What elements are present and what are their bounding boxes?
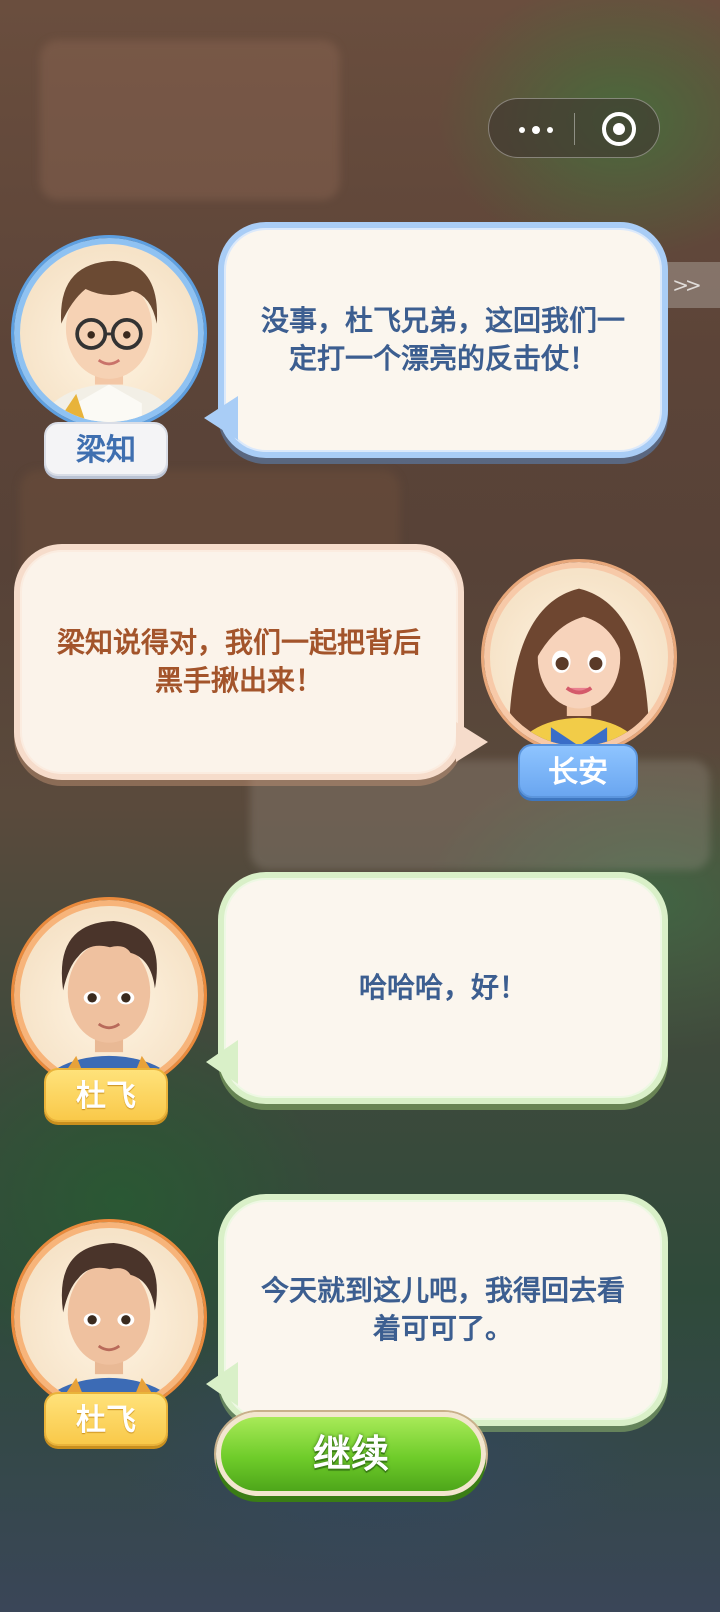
dialogue-text-4: 今天就到这儿吧，我得回去看着可可了。 [260, 1274, 625, 1345]
avatar-dufei-2 [14, 1222, 204, 1412]
target-close-icon[interactable] [602, 112, 636, 146]
continue-button[interactable]: 继续 [216, 1412, 486, 1496]
more-dots-icon[interactable] [519, 126, 553, 134]
speaker-tag-dufei-2: 杜飞 [44, 1392, 168, 1446]
avatar-dufei-1 [14, 900, 204, 1090]
mini-program-capsule [488, 98, 660, 158]
dialogue-text-3: 哈哈哈，好！ [358, 971, 527, 1004]
bubble-tail-2 [456, 722, 488, 762]
bubble-tail-1 [204, 396, 238, 440]
dialogue-bubble-3: 哈哈哈，好！ [218, 872, 668, 1104]
liangzhi-portrait-icon [40, 260, 178, 422]
avatar-changan [484, 562, 674, 752]
dufei-portrait-icon-2 [40, 1242, 178, 1406]
capsule-divider [574, 113, 575, 145]
bubble-tail-3 [206, 1040, 238, 1084]
dialogue-bubble-1: 没事，杜飞兄弟，这回我们一定打一个漂亮的反击仗！ [218, 222, 668, 458]
speaker-tag-dufei-1: 杜飞 [44, 1068, 168, 1122]
speaker-tag-changan: 长安 [518, 744, 638, 798]
dufei-portrait-icon [40, 920, 178, 1084]
avatar-liangzhi [14, 238, 204, 428]
bubble-tail-4 [206, 1362, 238, 1406]
speaker-tag-liangzhi: 梁知 [44, 422, 168, 476]
dialogue-bubble-4: 今天就到这儿吧，我得回去看着可可了。 [218, 1194, 668, 1426]
dialogue-text-1: 没事，杜飞兄弟，这回我们一定打一个漂亮的反击仗！ [260, 304, 625, 375]
background-building [40, 40, 340, 200]
dialogue-text-2: 梁知说得对，我们一起把背后黑手揪出来！ [56, 626, 421, 697]
changan-portrait-icon [508, 588, 650, 746]
dialogue-bubble-2: 梁知说得对，我们一起把背后黑手揪出来！ [14, 544, 464, 780]
